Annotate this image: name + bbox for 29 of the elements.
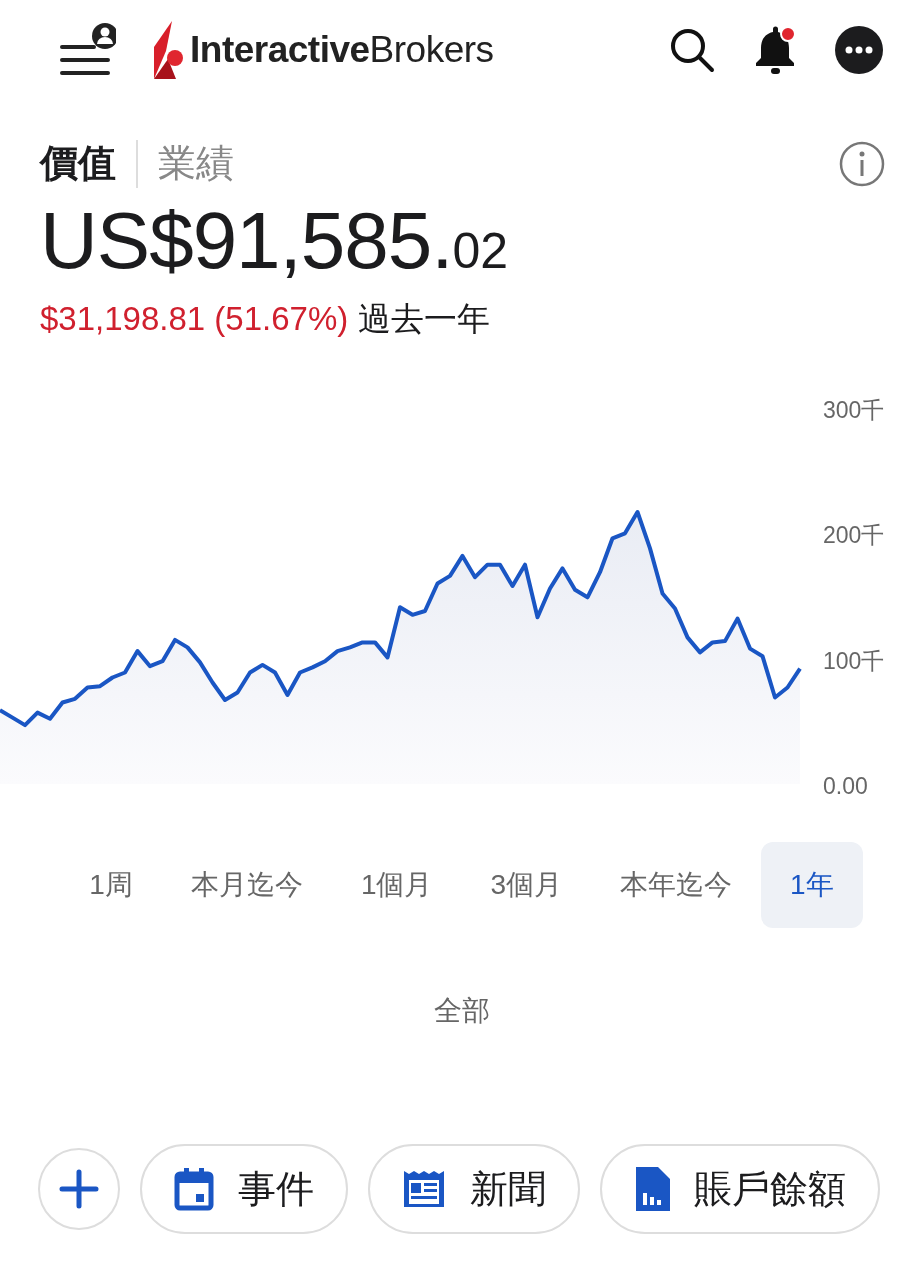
axis-label: 0.00: [823, 773, 868, 799]
range-tab[interactable]: 3個月: [461, 842, 592, 928]
range-tab[interactable]: 本月迄今: [161, 842, 332, 928]
info-icon[interactable]: [839, 140, 885, 187]
change-amount: $31,198.81 (51.67%): [40, 300, 349, 338]
balance-value: US$91,585.02: [39, 195, 510, 287]
axis-label: 300千: [823, 397, 885, 423]
axis-label: 100千: [823, 647, 885, 674]
axis-label: 200千: [823, 522, 885, 549]
plus-icon: [59, 1169, 99, 1209]
range-tab[interactable]: 1個月: [331, 842, 462, 928]
menu-icon[interactable]: [58, 22, 116, 78]
shortcut-button[interactable]: 新聞: [368, 1144, 580, 1234]
more-icon[interactable]: [835, 26, 883, 74]
report-icon: [634, 1167, 670, 1211]
shortcut-button[interactable]: 賬戶餘額: [600, 1144, 880, 1234]
view-tab[interactable]: 價值: [40, 138, 116, 189]
logo-icon: [154, 21, 186, 79]
change-period: 過去一年: [358, 299, 491, 339]
shortcut-button[interactable]: 事件: [140, 1144, 348, 1234]
calendar-icon: [174, 1167, 214, 1211]
range-tab[interactable]: 1周: [60, 842, 162, 928]
search-icon[interactable]: [669, 27, 715, 73]
range-tab[interactable]: 全部: [404, 968, 519, 1054]
range-tab[interactable]: 本年迄今: [591, 842, 762, 928]
logo-text: InteractiveBrokers: [190, 29, 494, 71]
view-tab[interactable]: 業績: [158, 138, 234, 189]
bell-icon[interactable]: [753, 25, 797, 75]
range-tab[interactable]: 1年: [761, 842, 863, 928]
